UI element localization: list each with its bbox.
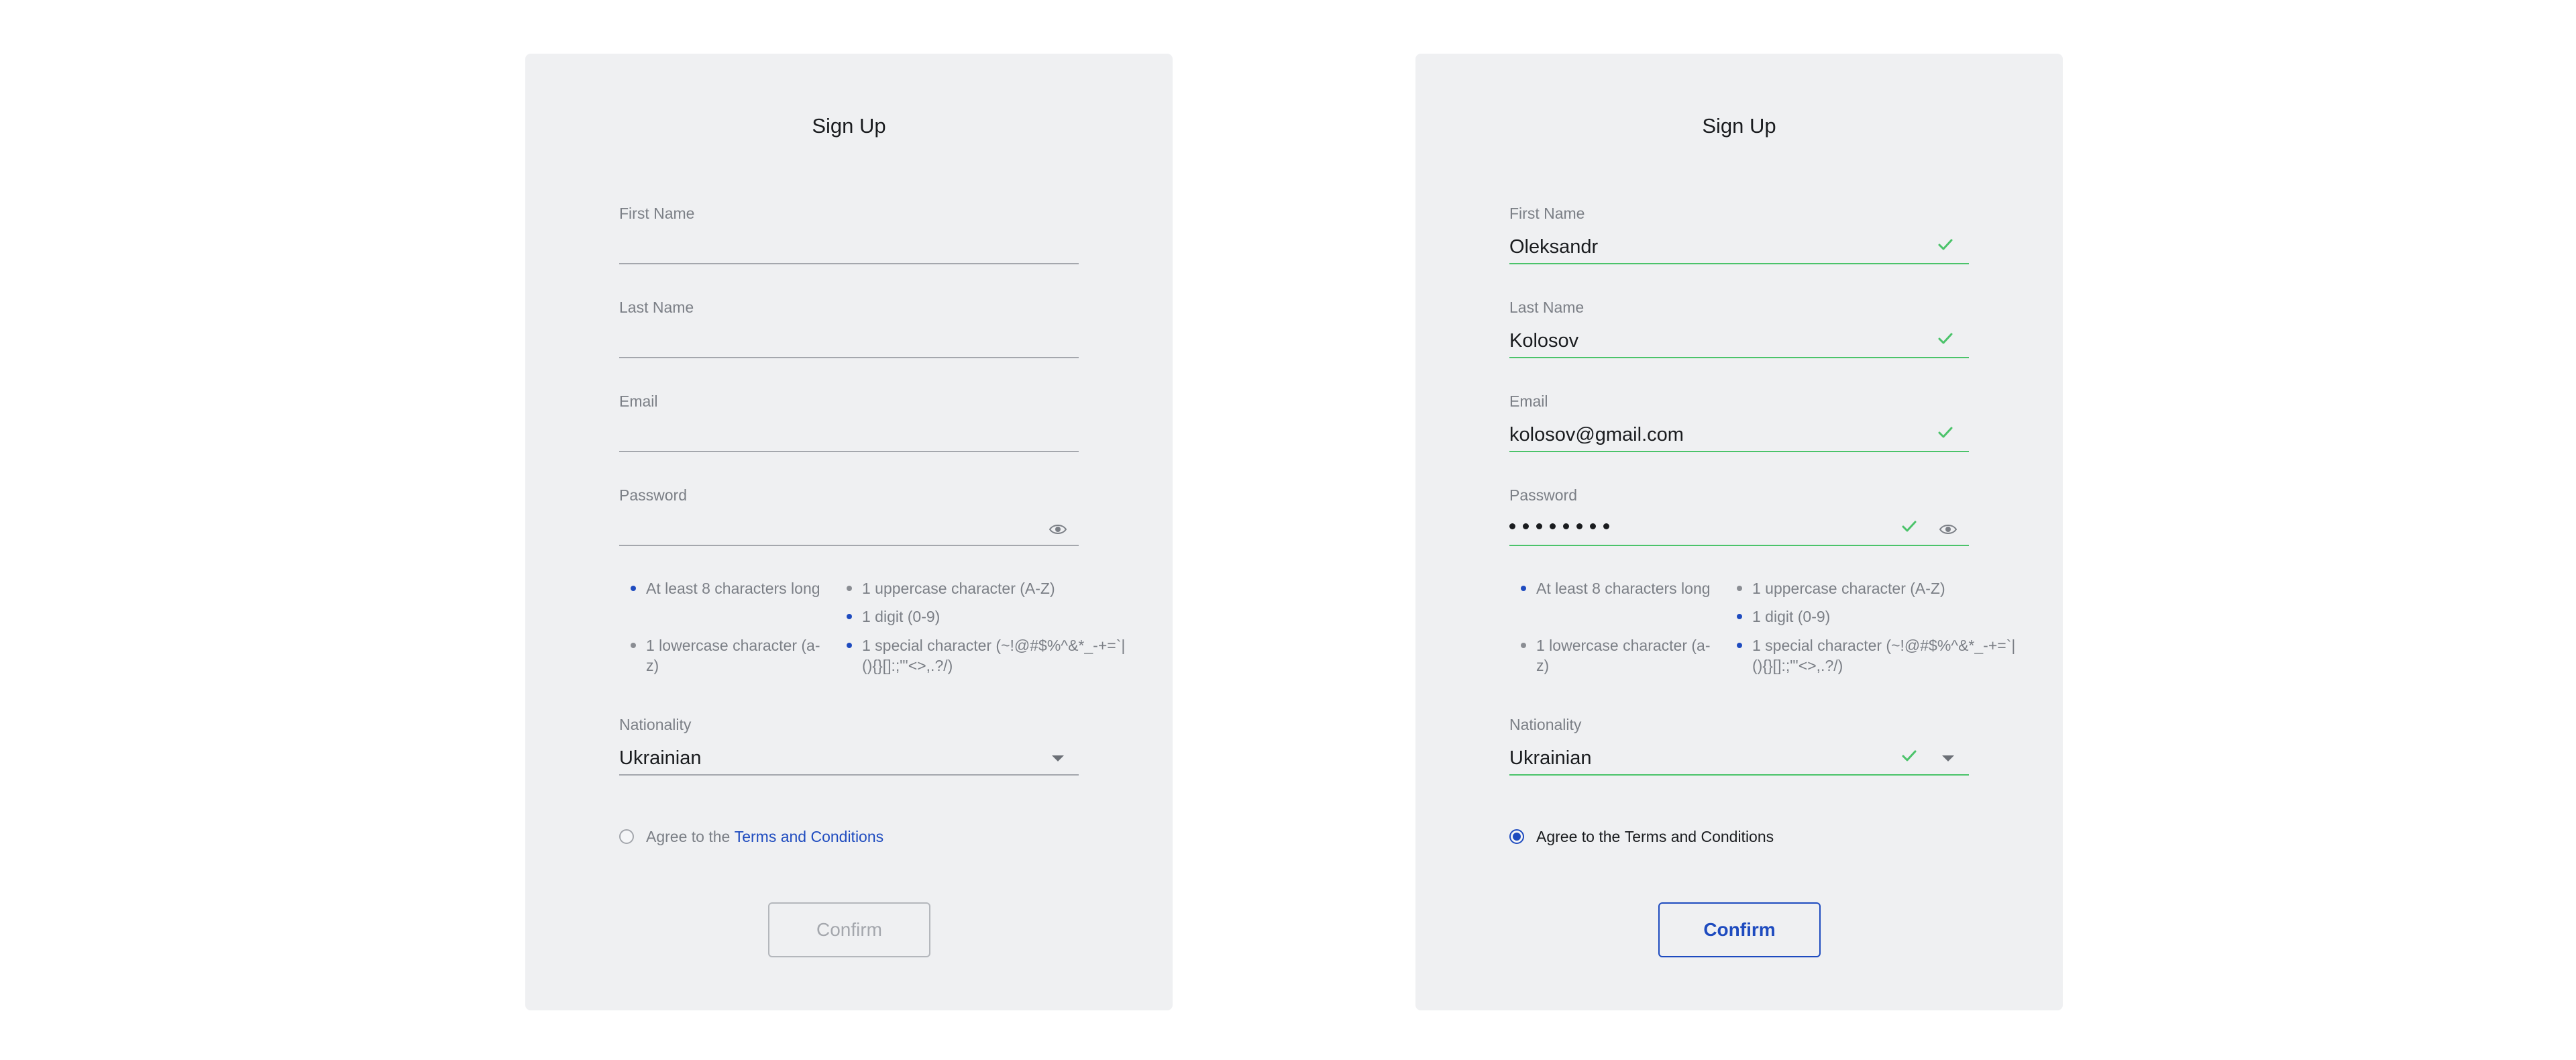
password-dot — [1536, 523, 1542, 529]
requirement-text: 1 digit (0-9) — [862, 608, 941, 625]
requirement-bullet — [847, 643, 852, 648]
requirement-bullet — [1737, 643, 1742, 648]
password-dot — [1550, 523, 1556, 529]
last-name-field[interactable]: Last Name Kolosov — [1509, 299, 1969, 359]
caret-down-icon[interactable] — [1051, 753, 1065, 763]
password-label: Password — [1509, 486, 1577, 504]
confirm-button[interactable]: Confirm — [1658, 902, 1821, 957]
terms-agreement[interactable]: Agree to the Terms and Conditions — [619, 827, 883, 847]
requirement-bullet — [847, 586, 852, 591]
field-underline — [1509, 774, 1969, 776]
requirement-item: 1 lowercase character (a-z) — [631, 635, 820, 676]
last-name-field[interactable]: Last Name — [619, 299, 1079, 359]
requirement-text: At least 8 characters long — [646, 580, 820, 597]
requirement-item: 1 uppercase character (A-Z) — [1737, 578, 2007, 598]
email-field[interactable]: Email — [619, 392, 1079, 453]
field-underline — [619, 357, 1079, 358]
requirement-item: 1 digit (0-9) — [1737, 606, 2007, 627]
field-underline — [1509, 357, 1969, 358]
last-name-value[interactable]: Kolosov — [1509, 330, 1578, 352]
field-underline — [619, 451, 1079, 452]
first-name-field[interactable]: First Name — [619, 205, 1079, 265]
field-underline — [619, 545, 1079, 546]
requirement-bullet — [1737, 586, 1742, 591]
password-dot — [1576, 523, 1582, 529]
requirement-text: 1 lowercase character (a-z) — [1536, 637, 1711, 674]
nationality-value[interactable]: Ukrainian — [1509, 747, 1592, 770]
requirement-text: 1 uppercase character (A-Z) — [862, 580, 1055, 597]
first-name-label: First Name — [619, 205, 695, 222]
email-label: Email — [619, 392, 658, 410]
password-dot — [1523, 523, 1529, 529]
signup-card-empty: Sign Up First Name Last Name Email Passw… — [525, 54, 1173, 1010]
eye-icon[interactable] — [1939, 523, 1957, 536]
terms-prefix: Agree to the — [646, 827, 735, 845]
field-underline — [619, 774, 1079, 776]
terms-radio[interactable] — [1509, 829, 1524, 844]
requirement-item: At least 8 characters long — [631, 578, 820, 598]
first-name-value[interactable]: Oleksandr — [1509, 236, 1598, 258]
requirement-text: 1 special character (~!@#$%^&*_-+=`|(){}… — [862, 637, 1126, 674]
last-name-label: Last Name — [619, 299, 694, 316]
caret-down-icon[interactable] — [1941, 753, 1955, 763]
requirement-bullet — [1521, 643, 1526, 648]
check-icon — [1938, 239, 1953, 250]
terms-agreement[interactable]: Agree to the Terms and Conditions — [1509, 827, 1774, 847]
email-label: Email — [1509, 392, 1548, 410]
requirement-text: 1 lowercase character (a-z) — [646, 637, 820, 674]
requirement-text: 1 special character (~!@#$%^&*_-+=`|(){}… — [1752, 637, 2016, 674]
form-title: Sign Up — [1702, 114, 1776, 138]
password-dot — [1590, 523, 1596, 529]
field-underline — [1509, 263, 1969, 264]
requirement-bullet — [631, 586, 636, 591]
terms-link[interactable]: Terms and Conditions — [735, 828, 883, 846]
nationality-select[interactable]: Nationality Ukrainian — [619, 716, 1079, 776]
field-underline — [1509, 545, 1969, 546]
requirement-item: At least 8 characters long — [1521, 578, 1711, 598]
terms-prefix: Agree to the — [1536, 827, 1625, 845]
password-dot — [1563, 523, 1569, 529]
email-field[interactable]: Email kolosov@gmail.com — [1509, 392, 1969, 453]
requirement-bullet — [1737, 614, 1742, 619]
first-name-field[interactable]: First Name Oleksandr — [1509, 205, 1969, 265]
requirement-item: 1 uppercase character (A-Z) — [847, 578, 1117, 598]
requirement-bullet — [631, 643, 636, 648]
nationality-label: Nationality — [619, 716, 692, 733]
requirement-item: 1 lowercase character (a-z) — [1521, 635, 1711, 676]
nationality-value[interactable]: Ukrainian — [619, 747, 702, 770]
requirement-item: 1 digit (0-9) — [847, 606, 1117, 627]
terms-radio[interactable] — [619, 829, 634, 844]
check-icon — [1938, 427, 1953, 438]
requirement-bullet — [847, 614, 852, 619]
check-icon — [1902, 521, 1917, 532]
requirement-bullet — [1521, 586, 1526, 591]
eye-icon[interactable] — [1049, 523, 1067, 536]
password-dot — [1509, 523, 1515, 529]
requirement-item: 1 special character (~!@#$%^&*_-+=`|(){}… — [1737, 635, 2021, 676]
check-icon — [1902, 750, 1917, 761]
requirement-item: 1 special character (~!@#$%^&*_-+=`|(){}… — [847, 635, 1130, 676]
field-underline — [1509, 451, 1969, 452]
signup-card-filled: Sign Up First Name Oleksandr Last Name K… — [1415, 54, 2063, 1010]
confirm-button[interactable]: Confirm — [768, 902, 930, 957]
form-title: Sign Up — [812, 114, 886, 138]
first-name-label: First Name — [1509, 205, 1585, 222]
password-field[interactable]: Password — [1509, 486, 1969, 547]
field-underline — [619, 263, 1079, 264]
password-dot — [1603, 523, 1609, 529]
requirement-text: 1 digit (0-9) — [1752, 608, 1831, 625]
nationality-select[interactable]: Nationality Ukrainian — [1509, 716, 1969, 776]
email-value[interactable]: kolosov@gmail.com — [1509, 424, 1684, 446]
requirement-text: At least 8 characters long — [1536, 580, 1711, 597]
requirement-text: 1 uppercase character (A-Z) — [1752, 580, 1945, 597]
last-name-label: Last Name — [1509, 299, 1585, 316]
check-icon — [1938, 333, 1953, 344]
terms-link[interactable]: Terms and Conditions — [1625, 828, 1774, 846]
nationality-label: Nationality — [1509, 716, 1582, 733]
password-label: Password — [619, 486, 687, 504]
password-field[interactable]: Password — [619, 486, 1079, 547]
password-dots[interactable] — [1509, 523, 1609, 529]
